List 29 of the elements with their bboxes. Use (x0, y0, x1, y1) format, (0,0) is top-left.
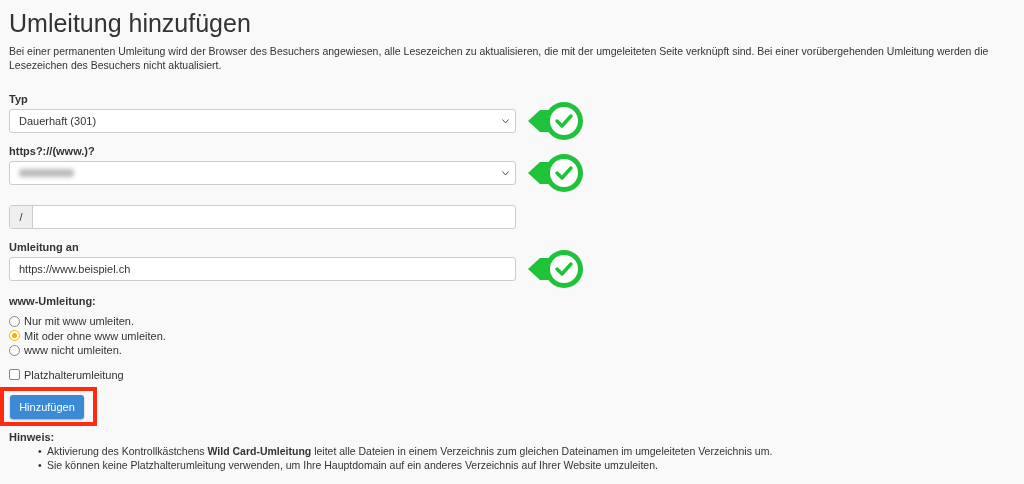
caret-icon (502, 170, 509, 176)
radio-label: Nur mit www umleiten. (24, 314, 135, 329)
caret-icon (502, 118, 509, 124)
check-badge-icon (528, 101, 586, 141)
check-badge-icon (528, 153, 586, 193)
check-badge-icon (528, 249, 586, 289)
description-text: Bei einer permanenten Umleitung wird der Browser des Besuchers angewiesen, alle Lesezeichen zu aktualisieren, die mit der umgeleiteten Seite verknüpft sind. Bei einer vorübergehenden Umleitung werden die Lesezeichen des Besuchers nicht aktualisiert. (9, 44, 990, 72)
checkbox[interactable] (9, 369, 20, 381)
bullet: • (38, 444, 43, 458)
domain-select[interactable] (9, 161, 516, 185)
add-button[interactable]: Hinzufügen (10, 395, 84, 419)
radio-label: Mit oder ohne www umleiten. (24, 328, 166, 343)
radio-button[interactable] (9, 344, 20, 356)
radio-label: www nicht umleiten. (24, 343, 122, 358)
path-field[interactable]: / (9, 205, 516, 229)
type-select[interactable]: Dauerhaft (301) (9, 109, 516, 133)
checkbox-label: Platzhalterumleitung (24, 367, 124, 382)
target-url-field[interactable]: https://www.beispiel.ch (9, 257, 516, 281)
note-item: Aktivierung des Kontrollkästchens Wild Card-Umleitung leitet alle Dateien in einem Verzeichnis zum gleichen Dateinamen im umgeleiteten Verzeichnis um. (47, 445, 773, 457)
radio-button[interactable] (9, 315, 20, 327)
note-item: Sie können keine Platzhalterumleitung verwenden, um Ihre Hauptdomain auf ein anderes Verzeichnis auf Ihrer Website umzuleiten. (47, 459, 658, 471)
field-label: Umleitung an (9, 240, 80, 254)
radio-button[interactable] (9, 330, 20, 342)
note-title: Hinweis: (9, 430, 56, 444)
bullet: • (38, 458, 43, 472)
field-label: https?://(www.)? (9, 144, 96, 158)
section-label: www-Umleitung: (9, 294, 97, 308)
field-label: Typ (9, 92, 29, 106)
page-title: Umleitung hinzufügen (9, 8, 252, 38)
